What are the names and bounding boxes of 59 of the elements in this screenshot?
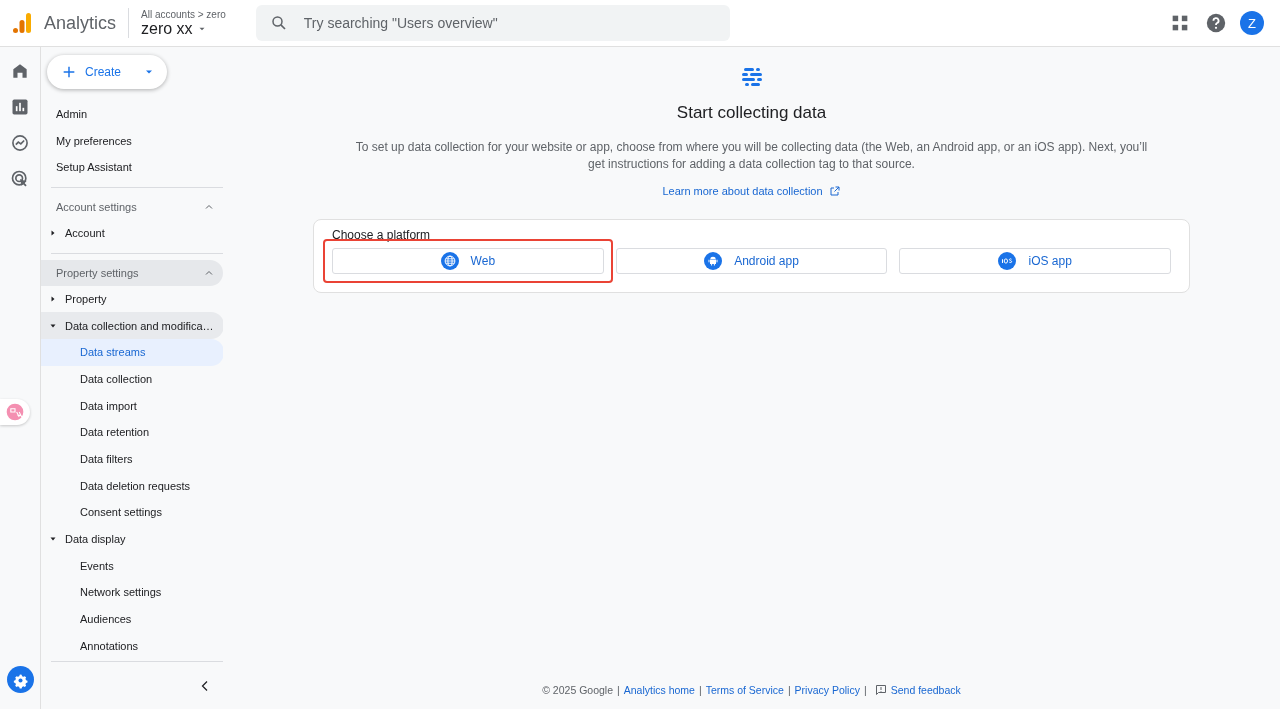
target-cursor-icon[interactable] xyxy=(10,169,30,189)
triangle-icon xyxy=(50,296,56,303)
nav-link[interactable]: Data filters xyxy=(41,445,223,473)
tree-item[interactable]: Property xyxy=(41,285,223,313)
separator: | xyxy=(617,684,620,696)
account-selector[interactable]: zero xx xyxy=(141,19,226,38)
data-lines-icon xyxy=(739,65,764,89)
search-icon xyxy=(269,14,288,32)
nav-link[interactable]: Events xyxy=(41,552,223,580)
learn-more-link[interactable]: Learn more about data collection xyxy=(662,185,841,197)
card-heading: Choose a platform xyxy=(332,228,432,242)
nav-link[interactable]: Network settings xyxy=(41,579,223,606)
ios-icon xyxy=(998,252,1017,270)
nav-link[interactable]: Consent settings xyxy=(41,499,223,526)
separator: | xyxy=(863,684,867,696)
footer-link[interactable]: Terms of Service xyxy=(705,684,784,696)
platform-button[interactable]: Web xyxy=(323,239,613,283)
send-feedback-link[interactable]: Send feedback xyxy=(874,684,961,696)
tree-item[interactable]: Data collection and modifica… xyxy=(41,312,223,340)
nav-link[interactable]: My preferences xyxy=(41,127,223,155)
nav-link[interactable]: Data import xyxy=(41,392,223,420)
copyright-text: © 2025 Google xyxy=(542,684,613,696)
breadcrumb[interactable]: All accounts > zero xyxy=(141,8,226,20)
settings-icon[interactable] xyxy=(7,666,34,693)
triangle-icon xyxy=(50,536,56,543)
nav-link[interactable]: Setup Assistant xyxy=(41,154,223,182)
triangle-icon xyxy=(50,322,56,329)
tree-item[interactable]: Data display xyxy=(41,525,223,553)
nav-link[interactable]: Data collection xyxy=(41,365,223,393)
product-name: Analytics xyxy=(44,8,130,38)
description: To set up data collection for your website or app, choose from where you will be collecting data (the Web, an Android app, or an iOS app). Next, you’ll get instructions for adding a data collection tag to that source. xyxy=(354,139,1149,173)
bar-chart-icon[interactable] xyxy=(10,97,30,117)
android-icon xyxy=(704,252,723,270)
help-icon[interactable] xyxy=(1205,12,1227,34)
footer-link[interactable]: Privacy Policy xyxy=(794,684,860,696)
avatar[interactable]: Z xyxy=(1240,11,1264,35)
feedback-icon xyxy=(874,684,887,696)
triangle-icon xyxy=(50,230,56,237)
analytics-logo xyxy=(10,11,34,35)
nav-link[interactable]: Admin xyxy=(41,101,223,128)
trend-circle-icon[interactable] xyxy=(10,133,30,153)
nav-link[interactable]: Data deletion requests xyxy=(41,472,223,500)
section-header[interactable]: Property settings xyxy=(41,259,223,286)
nav-link[interactable]: Data streams xyxy=(41,339,223,366)
page-title: Start collecting data xyxy=(676,103,827,123)
tree-item[interactable]: Account xyxy=(41,220,223,247)
separator: | xyxy=(698,684,702,696)
nav-link[interactable]: Audiences xyxy=(41,606,223,633)
nav-link[interactable]: Data retention xyxy=(41,419,223,446)
nav-link[interactable]: Annotations xyxy=(41,632,223,660)
globe-icon xyxy=(440,252,459,270)
external-link-icon xyxy=(828,185,841,197)
plus-icon xyxy=(61,64,77,80)
search-input[interactable]: Try searching "Users overview" xyxy=(301,14,716,32)
create-button[interactable]: Create xyxy=(47,55,168,89)
section-header[interactable]: Account settings xyxy=(41,194,223,221)
search-field[interactable]: Try searching "Users overview" xyxy=(255,5,730,41)
separator: | xyxy=(787,684,791,696)
footer-link[interactable]: Analytics home xyxy=(623,684,695,696)
